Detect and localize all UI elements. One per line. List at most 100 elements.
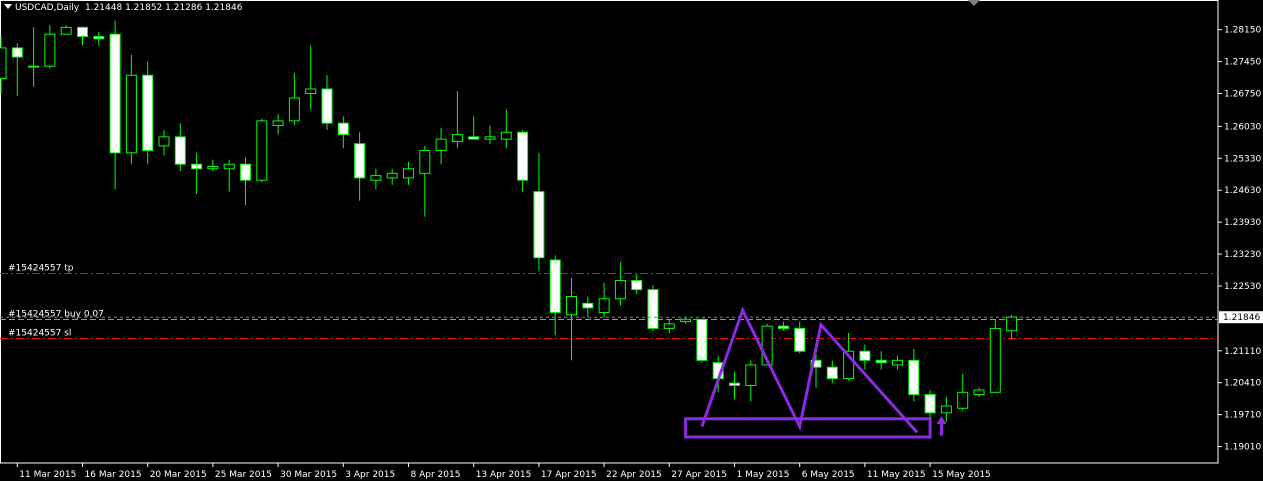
up-arrow-icon xyxy=(936,416,947,425)
y-tick-label: 1.27450 xyxy=(1224,58,1261,68)
candle-body xyxy=(1006,316,1018,332)
candle-body xyxy=(989,327,1001,393)
candle-body xyxy=(908,359,920,396)
candle-body xyxy=(207,165,219,170)
candle-body xyxy=(256,120,268,181)
candle-body xyxy=(174,136,186,165)
candle-body xyxy=(158,136,170,147)
order-line-label: #15424557 tp xyxy=(8,264,74,274)
x-tick-label: 8 Apr 2015 xyxy=(411,470,461,480)
candle-body xyxy=(598,298,610,313)
candle-body xyxy=(549,259,561,313)
x-tick-label: 1 May 2015 xyxy=(737,470,790,480)
candle-body xyxy=(93,35,105,40)
y-tick-label: 1.25330 xyxy=(1224,154,1261,164)
y-tick-label: 1.23930 xyxy=(1224,218,1261,228)
candle-body xyxy=(435,138,447,152)
symbol-label: USDCAD,Daily xyxy=(15,3,80,13)
candlestick-chart: 1.28150 1.27450 1.26750 1.26030 1.25330 1.246… xyxy=(0,0,1263,480)
candle-body xyxy=(973,389,985,396)
candle-body xyxy=(647,289,659,329)
y-tick-label: 1.21110 xyxy=(1224,347,1261,357)
candle-body xyxy=(892,359,903,366)
candle-body xyxy=(500,131,512,140)
ohlc-readout: 1.21448 1.21852 1.21286 1.21846 xyxy=(84,3,243,13)
x-tick-label: 16 Mar 2015 xyxy=(85,470,142,480)
x-tick-label: 6 May 2015 xyxy=(802,470,855,480)
x-tick-label: 11 Mar 2015 xyxy=(19,470,76,480)
candle-body xyxy=(305,88,317,95)
x-tick-label: 22 Apr 2015 xyxy=(606,470,662,480)
candle-body xyxy=(826,366,838,380)
candle-body xyxy=(0,47,7,79)
candle-body xyxy=(142,74,154,152)
candle-body xyxy=(354,143,366,179)
candle-body xyxy=(533,191,545,259)
candle-body xyxy=(370,175,382,181)
candle-body xyxy=(957,391,969,409)
candle-body xyxy=(940,405,952,414)
x-tick-label: 27 Apr 2015 xyxy=(671,470,727,480)
x-tick-label: 20 Mar 2015 xyxy=(150,470,207,480)
x-tick-label: 11 May 2015 xyxy=(867,470,926,480)
candle-body xyxy=(403,168,414,179)
candle-body xyxy=(60,26,72,35)
candle-body xyxy=(614,280,626,300)
candle-body xyxy=(745,364,757,386)
candle-body xyxy=(451,134,463,142)
candle-body xyxy=(582,302,594,309)
chevron-down-icon[interactable] xyxy=(4,4,12,9)
candle-body xyxy=(125,74,137,154)
scroll-marker-icon[interactable] xyxy=(968,0,980,6)
x-tick-label: 30 Mar 2015 xyxy=(280,470,337,480)
candle-body xyxy=(484,136,496,140)
candle-body xyxy=(924,394,936,414)
candle-body xyxy=(729,382,740,386)
candle-body xyxy=(696,318,708,361)
double-bottom-pattern-line[interactable] xyxy=(700,306,919,434)
candle-body xyxy=(631,280,643,291)
current-price-label: 1.21846 xyxy=(1223,313,1260,323)
candle-body xyxy=(468,136,480,140)
chart-header: USDCAD,Daily 1.21448 1.21852 1.21286 1.2… xyxy=(4,3,242,13)
y-tick-label: 1.23230 xyxy=(1224,250,1261,260)
candle-body xyxy=(794,327,806,352)
candle-body xyxy=(386,172,398,179)
candle-body xyxy=(680,318,692,323)
candle-body xyxy=(566,296,577,316)
y-tick-label: 1.19710 xyxy=(1224,411,1261,421)
support-zone-box[interactable] xyxy=(684,417,932,439)
order-line-label: #15424557 buy 0.07 xyxy=(8,310,104,320)
candle-body xyxy=(28,65,40,68)
candle-body xyxy=(44,33,56,67)
candle-body xyxy=(663,323,675,329)
order-line-label: #15424557 sl xyxy=(8,329,71,339)
y-tick-label: 1.24630 xyxy=(1224,186,1261,196)
candle-body xyxy=(288,97,300,122)
y-tick-label: 1.26030 xyxy=(1224,122,1261,132)
x-tick-label: 25 Mar 2015 xyxy=(215,470,272,480)
candle-body xyxy=(875,359,887,364)
y-tick-label: 1.22530 xyxy=(1224,282,1261,292)
candle-body xyxy=(321,88,333,124)
x-tick-label: 15 May 2015 xyxy=(932,470,991,480)
candle-body xyxy=(240,163,251,181)
y-tick-label: 1.26750 xyxy=(1224,90,1261,100)
candle-body xyxy=(419,150,431,174)
plot-frame xyxy=(0,0,1219,464)
x-tick-label: 17 Apr 2015 xyxy=(541,470,597,480)
candle-body xyxy=(109,33,121,154)
candle-body xyxy=(517,131,529,181)
candle-body xyxy=(191,163,203,170)
candle-body xyxy=(859,350,871,361)
candle-body xyxy=(77,26,88,37)
x-tick-label: 3 Apr 2015 xyxy=(345,470,395,480)
candle-body xyxy=(777,325,789,329)
candle-body xyxy=(223,163,235,170)
y-tick-label: 1.19010 xyxy=(1224,443,1261,453)
candle-body xyxy=(11,47,23,58)
candle-body xyxy=(337,122,349,136)
x-tick-label: 13 Apr 2015 xyxy=(476,470,532,480)
y-tick-label: 1.28150 xyxy=(1224,26,1261,36)
candle-body xyxy=(272,120,284,126)
